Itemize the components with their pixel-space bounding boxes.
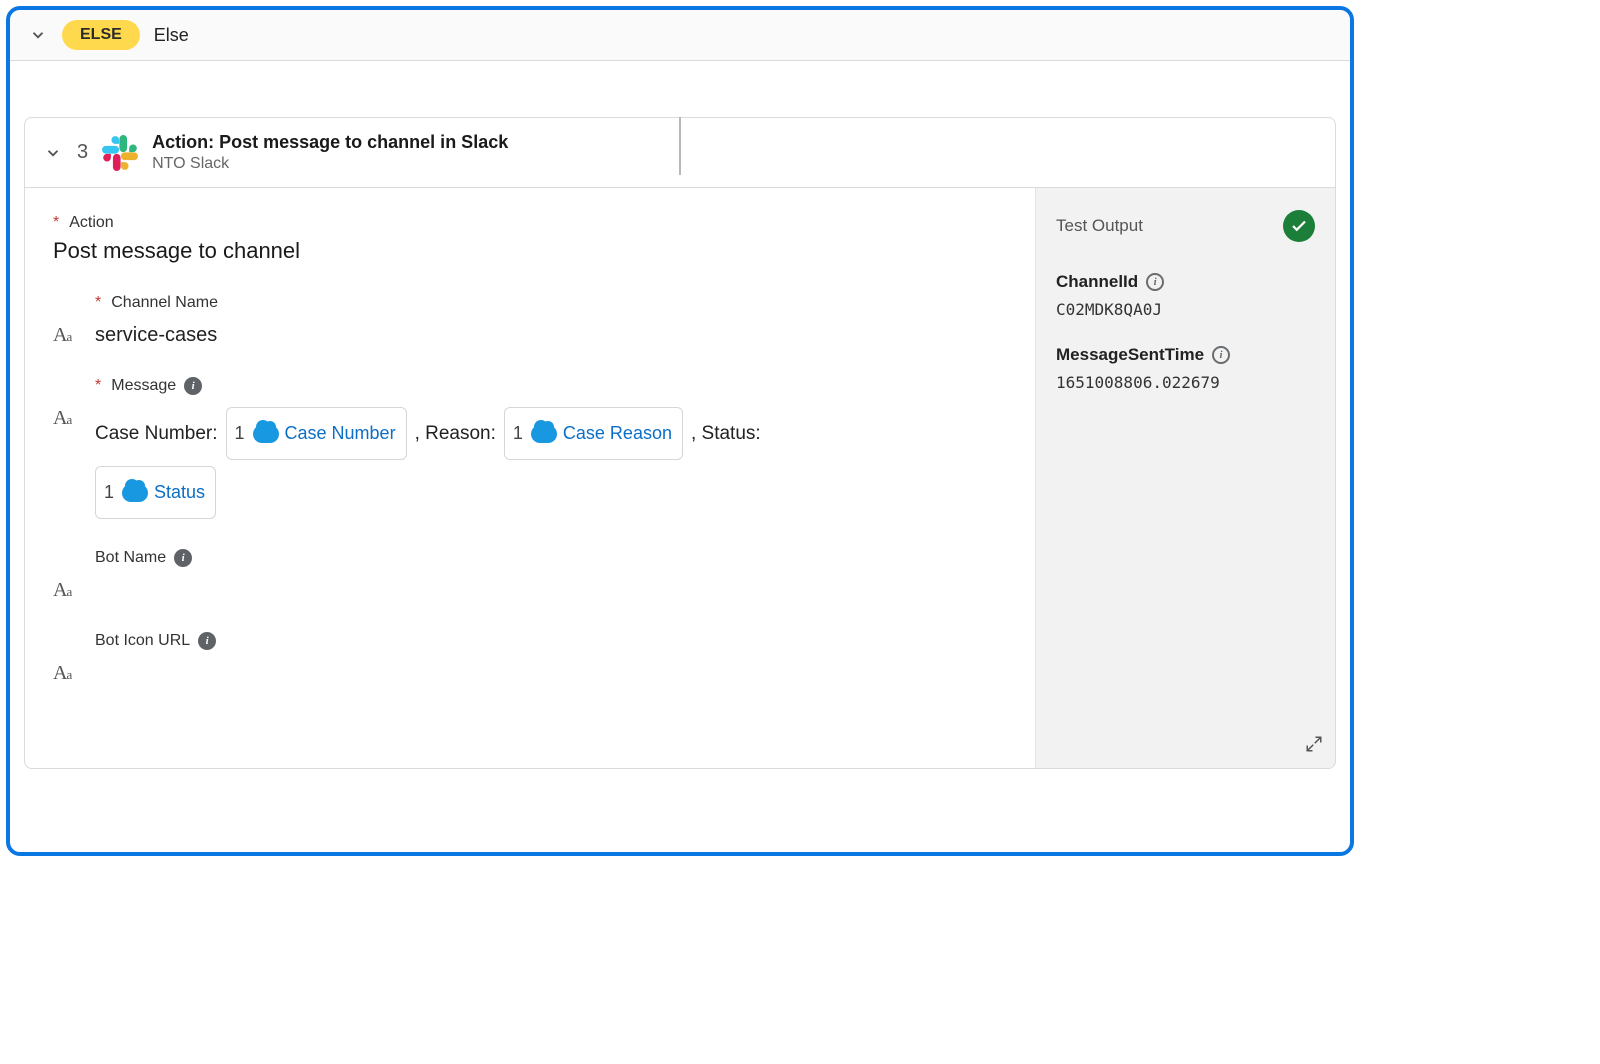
- channel-name-label: *Channel Name: [95, 294, 1007, 312]
- canvas-area: 3 Action: Post message to channel in Sla…: [10, 117, 1350, 783]
- action-field-label: *Action: [53, 214, 1007, 232]
- action-config-pane: *Action Post message to channel *Channel…: [25, 188, 1035, 768]
- action-field-value[interactable]: Post message to channel: [53, 238, 1007, 264]
- action-subtitle: NTO Slack: [152, 155, 508, 173]
- expand-icon[interactable]: [1305, 735, 1323, 758]
- message-text-segment: , Reason:: [415, 411, 496, 457]
- step-number: 3: [77, 141, 88, 164]
- merge-field-status[interactable]: 1 Status: [95, 466, 216, 519]
- salesforce-icon: [531, 425, 557, 443]
- message-value[interactable]: Case Number: 1 Case Number , Reason: 1: [95, 407, 761, 460]
- action-card: 3 Action: Post message to channel in Sla…: [24, 117, 1336, 769]
- info-icon[interactable]: i: [1146, 273, 1164, 291]
- else-badge: ELSE: [62, 20, 140, 50]
- text-type-icon: Aa: [53, 579, 83, 602]
- salesforce-icon: [253, 425, 279, 443]
- message-label: *Message i: [95, 377, 1007, 395]
- output-channelid-label: ChannelId i: [1056, 272, 1315, 292]
- else-label: Else: [154, 25, 189, 46]
- info-icon[interactable]: i: [174, 549, 192, 567]
- flow-editor-frame: ELSE Else 3 Action: Po: [6, 6, 1354, 856]
- text-type-icon: Aa: [53, 662, 83, 685]
- text-type-icon: Aa: [53, 407, 83, 430]
- output-msgtime-value: 1651008806.022679: [1056, 373, 1315, 392]
- text-type-icon: Aa: [53, 324, 83, 347]
- info-icon[interactable]: i: [198, 632, 216, 650]
- success-check-icon: [1283, 210, 1315, 242]
- chevron-down-icon[interactable]: [43, 143, 63, 163]
- action-title: Action: Post message to channel in Slack: [152, 132, 508, 153]
- bot-icon-url-label: Bot Icon URL i: [95, 632, 1007, 650]
- info-icon[interactable]: i: [184, 377, 202, 395]
- salesforce-icon: [122, 484, 148, 502]
- chevron-down-icon[interactable]: [28, 25, 48, 45]
- test-output-pane: Test Output ChannelId i C02MDK8QA0J: [1035, 188, 1335, 768]
- flow-connector: [679, 117, 681, 175]
- merge-field-case-number[interactable]: 1 Case Number: [226, 407, 407, 460]
- output-msgtime-label: MessageSentTime i: [1056, 345, 1315, 365]
- slack-icon: [102, 135, 138, 171]
- message-text-segment: Case Number:: [95, 411, 218, 457]
- test-output-heading: Test Output: [1056, 216, 1143, 236]
- output-channelid-value: C02MDK8QA0J: [1056, 300, 1315, 319]
- channel-name-value[interactable]: service-cases: [95, 324, 217, 347]
- merge-field-case-reason[interactable]: 1 Case Reason: [504, 407, 683, 460]
- info-icon[interactable]: i: [1212, 346, 1230, 364]
- bot-name-label: Bot Name i: [95, 549, 1007, 567]
- message-text-segment: , Status:: [691, 411, 761, 457]
- else-branch-bar[interactable]: ELSE Else: [10, 10, 1350, 61]
